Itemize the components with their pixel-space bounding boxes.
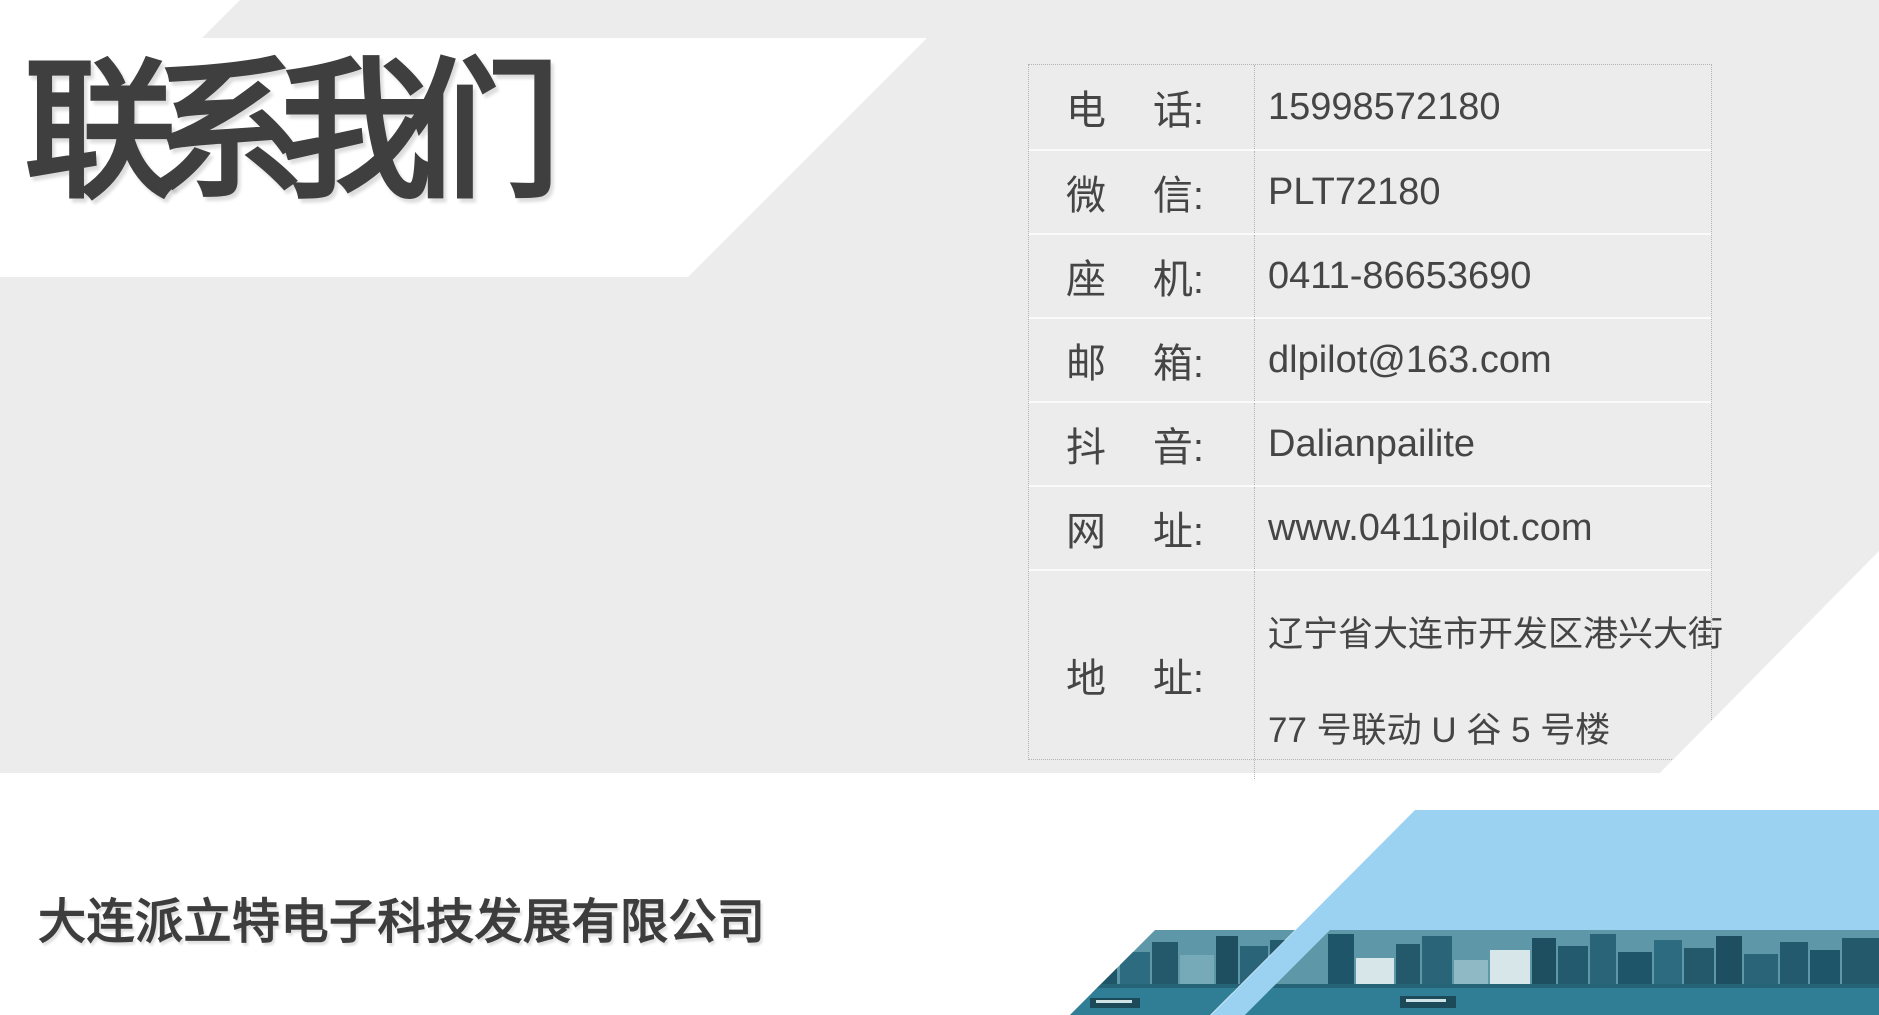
table-row-landline: 座 机: 0411-86653690 bbox=[1029, 233, 1711, 317]
row-value-wechat: PLT72180 bbox=[1254, 151, 1711, 233]
cityscape-photo-left bbox=[1060, 928, 1879, 1015]
row-label: 地 址: bbox=[1029, 571, 1254, 779]
label-char-colon: 音: bbox=[1153, 415, 1204, 473]
row-value-address: 辽宁省大连市开发区港兴大街 77 号联动 U 谷 5 号楼 bbox=[1254, 571, 1723, 779]
label-char: 邮 bbox=[1066, 331, 1106, 389]
page-title: 联系我们 bbox=[24, 56, 536, 208]
row-label: 微 信: bbox=[1029, 151, 1254, 233]
row-label: 电 话: bbox=[1029, 65, 1254, 149]
label-char-colon: 话: bbox=[1153, 78, 1204, 136]
label-char: 电 bbox=[1066, 78, 1106, 136]
label-char: 座 bbox=[1066, 247, 1106, 305]
row-value-douyin: Dalianpailite bbox=[1254, 403, 1711, 485]
row-value-landline: 0411-86653690 bbox=[1254, 235, 1711, 317]
row-label: 网 址: bbox=[1029, 487, 1254, 569]
blue-parallelogram bbox=[1211, 810, 1879, 1015]
label-char-colon: 信: bbox=[1153, 163, 1204, 221]
address-line-1: 辽宁省大连市开发区港兴大街 bbox=[1268, 587, 1723, 683]
row-label: 抖 音: bbox=[1029, 403, 1254, 485]
row-label: 座 机: bbox=[1029, 235, 1254, 317]
cityscape-photo-right bbox=[1200, 928, 1879, 1015]
table-row-phone: 电 话: 15998572180 bbox=[1029, 65, 1711, 149]
label-char-colon: 机: bbox=[1153, 247, 1204, 305]
table-row-douyin: 抖 音: Dalianpailite bbox=[1029, 401, 1711, 485]
label-char: 微 bbox=[1066, 163, 1106, 221]
row-value-website: www.0411pilot.com bbox=[1254, 487, 1711, 569]
label-char: 地 bbox=[1066, 646, 1106, 704]
row-value-email: dlpilot@163.com bbox=[1254, 319, 1711, 401]
table-row-wechat: 微 信: PLT72180 bbox=[1029, 149, 1711, 233]
table-row-website: 网 址: www.0411pilot.com bbox=[1029, 485, 1711, 569]
contact-table: 电 话: 15998572180 微 信: PLT72180 座 机: 0411… bbox=[1028, 64, 1712, 760]
row-value-phone: 15998572180 bbox=[1254, 65, 1711, 149]
label-char: 抖 bbox=[1066, 415, 1106, 473]
address-line-2: 77 号联动 U 谷 5 号楼 bbox=[1268, 683, 1723, 779]
label-char: 网 bbox=[1066, 499, 1106, 557]
table-row-email: 邮 箱: dlpilot@163.com bbox=[1029, 317, 1711, 401]
row-label: 邮 箱: bbox=[1029, 319, 1254, 401]
slide-contact-page: 联系我们 电 话: 15998572180 微 信: PLT72180 座 机:… bbox=[0, 0, 1879, 1015]
label-char-colon: 址: bbox=[1153, 646, 1204, 704]
table-row-address: 地 址: 辽宁省大连市开发区港兴大街 77 号联动 U 谷 5 号楼 bbox=[1029, 569, 1711, 779]
company-name: 大连派立特电子科技发展有限公司 bbox=[38, 882, 766, 952]
label-char-colon: 箱: bbox=[1153, 331, 1204, 389]
label-char-colon: 址: bbox=[1153, 499, 1204, 557]
